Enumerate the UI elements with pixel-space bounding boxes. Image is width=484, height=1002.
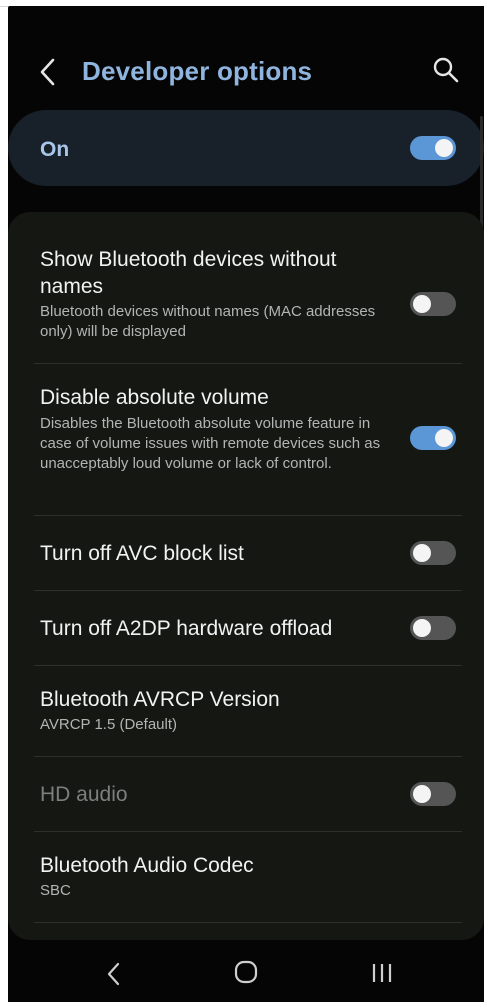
setting-title: Show Bluetooth devices without names [40,248,337,298]
setting-turn-off-avc-block-list[interactable]: Turn off AVC block list [8,516,484,590]
nav-recent-apps-icon[interactable] [370,960,394,986]
toggle-knob [413,295,431,313]
setting-bluetooth-avrcp-version[interactable]: Bluetooth AVRCP Version AVRCP 1.5 (Defau… [8,666,484,756]
setting-subtitle: Disables the Bluetooth absolute volume f… [40,415,381,472]
setting-turn-off-a2dp-offload[interactable]: Turn off A2DP hardware offload [8,591,484,665]
setting-hd-audio: HD audio [8,757,484,831]
setting-title: Disable absolute volume [40,386,269,409]
app-header: Developer options [8,44,484,100]
divider [34,922,462,923]
toggle-knob [435,139,453,157]
setting-title: Bluetooth AVRCP Version [40,688,280,711]
setting-toggle[interactable] [410,541,456,565]
setting-toggle[interactable] [410,616,456,640]
search-icon[interactable] [432,56,460,84]
toggle-knob [435,429,453,447]
setting-subtitle: Bluetooth devices without names (MAC add… [40,303,376,340]
toggle-knob [413,785,431,803]
setting-subtitle: SBC [40,882,71,899]
back-arrow-icon[interactable] [36,54,60,90]
setting-title: HD audio [40,783,128,806]
master-switch-row[interactable]: On [8,110,484,186]
master-switch-label: On [40,138,70,161]
setting-show-bt-devices-without-names[interactable]: Show Bluetooth devices without names Blu… [8,242,484,360]
setting-toggle[interactable] [410,426,456,450]
setting-toggle [410,782,456,806]
setting-toggle[interactable] [410,292,456,316]
divider [34,363,462,364]
toggle-knob [413,544,431,562]
setting-title: Bluetooth Audio Codec [40,854,254,877]
setting-title: Turn off A2DP hardware offload [40,617,333,640]
setting-bluetooth-audio-codec[interactable]: Bluetooth Audio Codec SBC [8,832,484,922]
master-toggle[interactable] [410,136,456,160]
phone-screen: Developer options On Show Bluetooth devi… [8,6,484,1002]
toggle-knob [413,619,431,637]
system-nav-bar [8,946,484,1002]
setting-subtitle: AVRCP 1.5 (Default) [40,716,177,733]
setting-title: Turn off AVC block list [40,542,244,565]
setting-disable-absolute-volume[interactable]: Disable absolute volume Disables the Blu… [8,380,484,510]
settings-list: Show Bluetooth devices without names Blu… [8,212,484,940]
nav-back-icon[interactable] [104,960,124,988]
page-title: Developer options [82,56,313,86]
nav-home-icon[interactable] [234,960,258,984]
